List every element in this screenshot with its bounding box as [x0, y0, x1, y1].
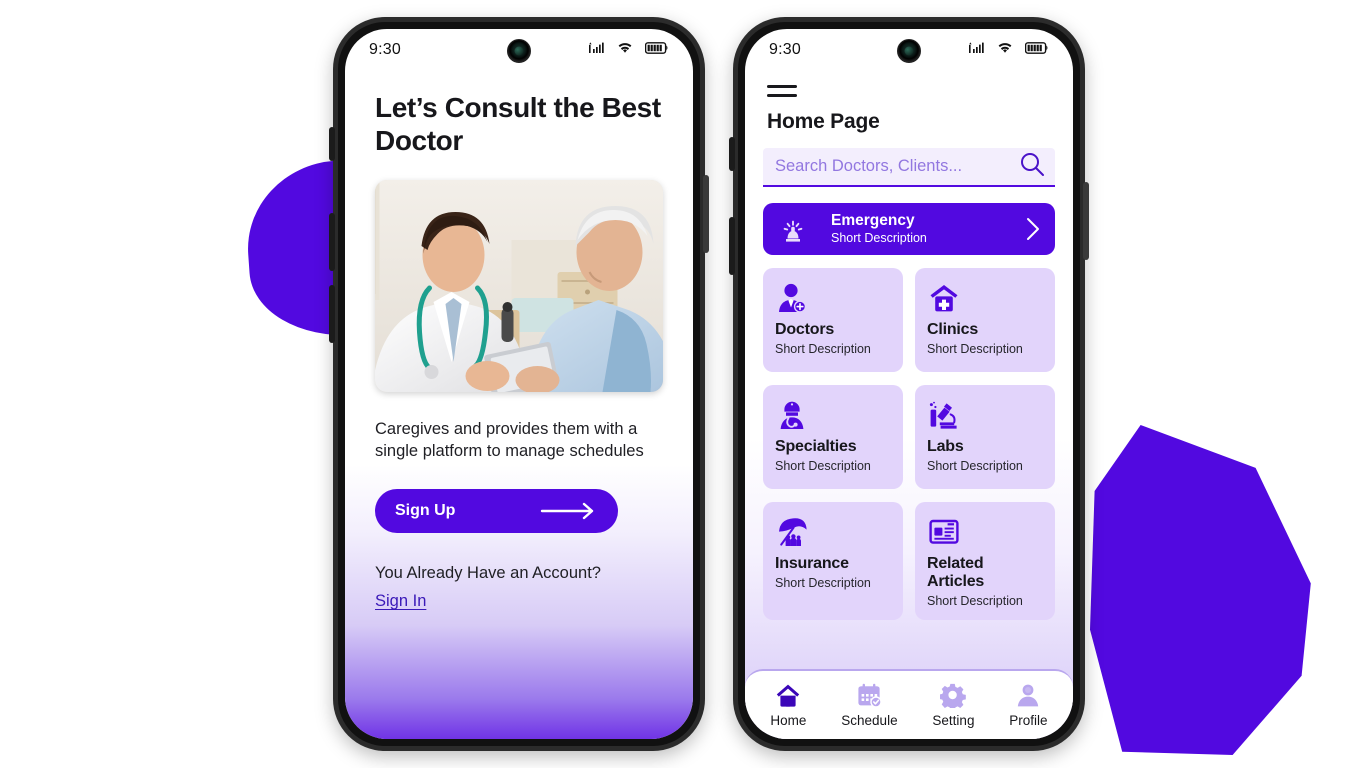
tab-profile[interactable]: Profile: [1009, 682, 1048, 728]
hamburger-menu-icon[interactable]: [767, 85, 797, 98]
news-article-icon: [927, 513, 1043, 551]
bottom-tab-bar: Home Schedule Setting Profile: [745, 669, 1073, 739]
status-bar-2: 9:30: [745, 29, 1073, 71]
siren-alarm-icon: [777, 214, 809, 244]
card-subtitle: Short Description: [775, 459, 871, 474]
account-prompt: You Already Have an Account?: [375, 564, 601, 583]
volume-up-button-2[interactable]: [729, 137, 735, 171]
category-card-insurance[interactable]: Insurance Short Description: [763, 502, 903, 621]
person-icon: [1015, 682, 1041, 708]
sign-up-label: Sign Up: [395, 502, 456, 520]
tab-label: Profile: [1009, 713, 1048, 728]
category-card-doctors[interactable]: Doctors Short Description: [763, 268, 903, 373]
doctor-icon: [775, 279, 891, 317]
tab-setting[interactable]: Setting: [932, 682, 974, 728]
battery-icon: [644, 41, 669, 59]
category-card-clinics[interactable]: Clinics Short Description: [915, 268, 1055, 373]
category-card-specialties[interactable]: Specialties Short Description: [763, 385, 903, 490]
power-button[interactable]: [703, 175, 709, 253]
page-title: Home Page: [767, 110, 880, 134]
card-title: Insurance: [775, 555, 849, 573]
signal-bars-icon: [588, 41, 605, 59]
home-screen: 9:30 Home Page Search Doctors, Clients..…: [745, 29, 1073, 739]
card-subtitle: Short Description: [927, 342, 1023, 357]
wifi-icon-2: [996, 41, 1014, 59]
umbrella-family-icon: [775, 513, 891, 551]
status-icon-group: [588, 41, 669, 59]
tab-label: Home: [770, 713, 807, 728]
status-time: 9:30: [369, 41, 401, 58]
category-card-labs[interactable]: Labs Short Description: [915, 385, 1055, 490]
page-title: Let’s Consult the Best Doctor: [375, 92, 661, 157]
gear-icon: [940, 682, 967, 708]
signal-bars-icon-2: [968, 41, 985, 59]
emergency-banner[interactable]: Emergency Short Description: [763, 203, 1055, 256]
search-icon[interactable]: [1019, 151, 1045, 182]
card-subtitle: Short Description: [927, 459, 1023, 474]
card-subtitle: Short Description: [775, 342, 871, 357]
microscope-icon: [927, 396, 1043, 434]
card-title: Doctors: [775, 321, 835, 339]
volume-up-button[interactable]: [329, 127, 335, 161]
volume-down-button[interactable]: [329, 213, 335, 271]
phone-mockup-home: 9:30 Home Page Search Doctors, Clients..…: [729, 17, 1089, 751]
canvas: 9:30 Let’s Consult the Best Doctor Careg…: [0, 0, 1366, 768]
wifi-icon: [616, 41, 634, 59]
clinic-building-icon: [927, 279, 1043, 317]
sign-in-link[interactable]: Sign In: [375, 592, 426, 611]
card-title: Related Articles: [927, 555, 985, 591]
tab-label: Setting: [932, 713, 975, 728]
card-title: Specialties: [775, 438, 857, 456]
chevron-right-icon[interactable]: [1025, 216, 1041, 242]
tab-home[interactable]: Home: [770, 682, 806, 728]
home-icon: [775, 682, 801, 708]
category-card-related-articles[interactable]: Related Articles Short Description: [915, 502, 1055, 621]
front-camera-icon-2: [897, 39, 921, 63]
battery-icon-2: [1024, 41, 1049, 59]
search-bar[interactable]: [763, 148, 1055, 188]
card-title: Labs: [927, 438, 964, 456]
home-scroll-area: Home Page Search Doctors, Clients... Eme…: [745, 71, 1073, 669]
description-text: Caregives and provides them with a singl…: [375, 420, 644, 461]
search-input[interactable]: [775, 157, 1019, 177]
category-grid: Doctors Short Description Clinics Short …: [763, 268, 1055, 621]
power-button-2[interactable]: [1083, 182, 1089, 260]
card-subtitle: Short Description: [775, 576, 871, 591]
status-time-2: 9:30: [769, 41, 801, 58]
emergency-text-group: Emergency Short Description: [831, 212, 927, 246]
status-icon-group-2: [968, 41, 1049, 59]
status-bar: 9:30: [345, 29, 693, 71]
arrow-right-icon: [540, 502, 598, 520]
onboarding-screen: 9:30 Let’s Consult the Best Doctor Careg…: [345, 29, 693, 739]
surgeon-icon: [775, 396, 891, 434]
decorative-blob-right: [1090, 425, 1311, 755]
hero-photo: [375, 180, 663, 393]
home-body: Home Page Search Doctors, Clients... Eme…: [745, 71, 1073, 739]
emergency-title: Emergency: [831, 212, 915, 230]
phone-mockup-onboarding: 9:30 Let’s Consult the Best Doctor Careg…: [329, 17, 709, 751]
tab-label: Schedule: [841, 713, 898, 728]
card-subtitle: Short Description: [927, 594, 1023, 609]
calendar-icon: [856, 682, 883, 708]
sign-up-button[interactable]: Sign Up: [375, 489, 618, 534]
onboarding-body: Let’s Consult the Best Doctor Caregives …: [345, 91, 693, 739]
side-button-extra[interactable]: [329, 285, 335, 343]
tab-schedule[interactable]: Schedule: [841, 682, 898, 728]
emergency-subtitle: Short Description: [831, 231, 927, 246]
front-camera-icon: [507, 39, 531, 63]
volume-down-button-2[interactable]: [729, 217, 735, 275]
card-title: Clinics: [927, 321, 979, 339]
